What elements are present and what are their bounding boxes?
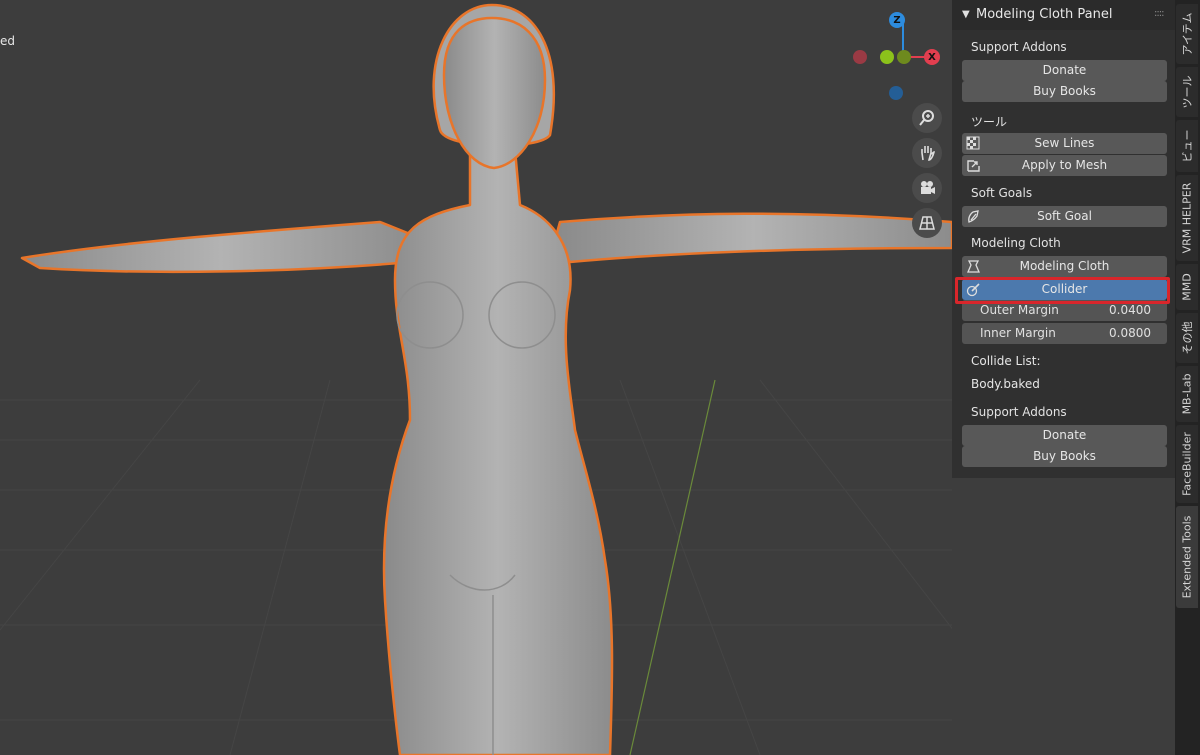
tab-view-label: ビュー	[1181, 129, 1194, 163]
modeling-cloth-button[interactable]: Modeling Cloth	[962, 256, 1167, 277]
collide-list-item: Body.baked	[971, 377, 1040, 391]
soft-goals-label: Soft Goals	[971, 186, 1033, 200]
viewport-scene[interactable]	[0, 0, 952, 755]
drag-grip-icon[interactable]: ::::	[1154, 8, 1165, 19]
donate-button-2[interactable]: Donate	[962, 425, 1167, 446]
support-addons-label-2: Support Addons	[971, 405, 1067, 419]
tab-mb-lab[interactable]: MB-Lab	[1176, 366, 1198, 422]
gizmo-z-axis[interactable]: Z	[889, 12, 905, 28]
collider-button[interactable]: Collider	[962, 279, 1167, 300]
brush-icon	[968, 210, 979, 223]
modeling-cloth-button-label: Modeling Cloth	[1019, 259, 1110, 273]
tab-other[interactable]: その他	[1176, 313, 1198, 363]
modeling-cloth-panel: ▼ Modeling Cloth Panel :::: Support Addo…	[952, 0, 1175, 478]
soft-goal-button[interactable]: Soft Goal	[962, 206, 1167, 227]
support-addons-label: Support Addons	[971, 40, 1067, 54]
donate-button[interactable]: Donate	[962, 60, 1167, 81]
tab-vrm-helper[interactable]: VRM HELPER	[1176, 175, 1198, 261]
zoom-icon[interactable]	[912, 103, 942, 133]
tools-label: ツール	[971, 115, 1008, 129]
tab-extended-tools[interactable]: Extended Tools	[1176, 506, 1198, 608]
outer-margin-label: Outer Margin	[980, 303, 1059, 317]
sidebar-tab-strip: アイテム ツール ビュー VRM HELPER MMD その他 MB-Lab F…	[1175, 0, 1200, 755]
panel-header[interactable]: ▼ Modeling Cloth Panel ::::	[952, 0, 1175, 30]
checker-icon	[966, 136, 980, 150]
inner-margin-field[interactable]: Inner Margin 0.0800	[962, 323, 1167, 344]
tab-mmd-label: MMD	[1180, 273, 1194, 301]
tab-facebuilder[interactable]: FaceBuilder	[1176, 425, 1198, 503]
panel-title: Modeling Cloth Panel	[976, 7, 1113, 22]
tab-tool[interactable]: ツール	[1176, 67, 1198, 117]
tab-tool-label: ツール	[1181, 75, 1194, 109]
gizmo-y-axis[interactable]	[880, 50, 894, 64]
soft-goal-label: Soft Goal	[1037, 209, 1092, 223]
tab-mb-lab-label: MB-Lab	[1180, 373, 1194, 415]
inner-margin-label: Inner Margin	[980, 326, 1056, 340]
tab-extended-tools-label: Extended Tools	[1180, 515, 1194, 599]
collide-list-label: Collide List:	[971, 354, 1041, 368]
inner-margin-value: 0.0800	[1109, 326, 1151, 340]
tab-other-label: その他	[1181, 321, 1194, 355]
perspective-grid-icon[interactable]	[912, 208, 942, 238]
outer-margin-field[interactable]: Outer Margin 0.0400	[962, 300, 1167, 321]
sew-lines-label: Sew Lines	[1034, 136, 1095, 150]
pan-hand-icon[interactable]	[912, 138, 942, 168]
outer-margin-value: 0.0400	[1109, 303, 1151, 317]
tab-view[interactable]: ビュー	[1176, 120, 1198, 172]
gizmo-x-axis[interactable]: X	[924, 49, 940, 65]
tab-item-label: アイテム	[1181, 12, 1194, 56]
collider-label: Collider	[1041, 282, 1088, 296]
gizmo-neg-z-axis[interactable]	[889, 86, 903, 100]
gizmo-neg-y-axis[interactable]	[897, 50, 911, 64]
modeling-cloth-label: Modeling Cloth	[971, 236, 1061, 250]
buy-books-button-2[interactable]: Buy Books	[962, 446, 1167, 467]
camera-icon[interactable]	[912, 173, 942, 203]
tab-facebuilder-label: FaceBuilder	[1180, 432, 1194, 496]
tab-mmd[interactable]: MMD	[1176, 264, 1198, 310]
buy-books-button[interactable]: Buy Books	[962, 81, 1167, 102]
viewport-header-text: ed	[0, 34, 15, 48]
tab-item[interactable]: アイテム	[1176, 4, 1198, 64]
apply-to-mesh-label: Apply to Mesh	[1021, 158, 1108, 172]
cloth-icon	[967, 260, 980, 273]
gizmo-neg-x-axis[interactable]	[853, 50, 867, 64]
3d-viewport[interactable]: ed Z X	[0, 0, 952, 755]
collider-icon	[966, 283, 980, 297]
apply-to-mesh-button[interactable]: Apply to Mesh	[962, 155, 1167, 176]
tab-vrm-helper-label: VRM HELPER	[1180, 182, 1194, 254]
collapse-arrow-icon[interactable]: ▼	[962, 9, 970, 20]
apply-mesh-icon	[967, 160, 980, 172]
sew-lines-button[interactable]: Sew Lines	[962, 133, 1167, 154]
